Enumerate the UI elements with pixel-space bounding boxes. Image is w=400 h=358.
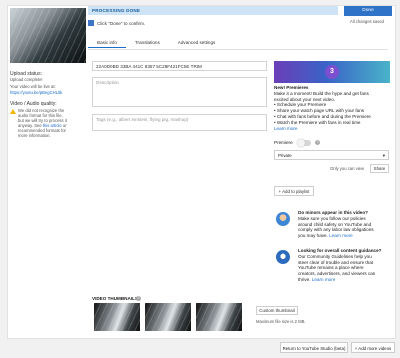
premiere-promo-banner: 3 [274, 61, 390, 83]
info-icon [88, 20, 94, 26]
done-hint: Click "Done" to confirm. [88, 20, 145, 26]
video-thumbnails-title: VIDEO THUMBNAILS [92, 296, 138, 301]
tab-translations[interactable]: Translations [126, 38, 169, 48]
title-input[interactable]: 22A0D0BD 33BA 441C 8357 5C28F421FC5E TRI… [92, 61, 267, 71]
help-icon[interactable]: ? [315, 140, 320, 145]
all-changes-saved: All changes saved [350, 19, 384, 24]
guidance-heading: Looking for overall content guidance? [298, 248, 382, 253]
guidance-info: Looking for overall content guidance? Ou… [298, 248, 392, 283]
return-to-studio-button[interactable]: Return to YouTube Studio (beta) [280, 342, 348, 353]
premiere-toggle-label: Premiere [274, 140, 293, 145]
guidance-learn-more-link[interactable]: Learn more [312, 277, 336, 282]
description-textarea[interactable]: Description [92, 77, 267, 107]
progress-label: PROCESSING DONE [92, 8, 141, 13]
max-size-note: Maximum file size is 2 MB. [256, 319, 306, 324]
chevron-down-icon: ▾ [382, 153, 385, 158]
add-to-playlist-button[interactable]: + Add to playlist [274, 186, 314, 196]
add-more-videos-button[interactable]: + Add more videos [351, 342, 395, 353]
upload-status-value: Upload complete! [10, 77, 43, 82]
custom-thumbnail-button[interactable]: Custom thumbnail [256, 306, 298, 315]
va-quality-title: Video / Audio quality: [10, 101, 57, 107]
only-you-text: Only you can view [330, 166, 364, 171]
thumbnail-option-3[interactable] [196, 303, 242, 331]
va-warning: We did not recognize the audio format fo… [18, 108, 67, 138]
tabs: Basic info Translations Advanced setting… [88, 38, 224, 48]
premiere-promo-number: 3 [325, 65, 339, 79]
thumbnail-option-2[interactable] [145, 303, 191, 331]
share-button[interactable]: Share [370, 164, 389, 173]
guidance-illustration-icon [276, 250, 290, 264]
premiere-toggle[interactable] [297, 139, 311, 147]
minors-illustration-icon [276, 212, 290, 226]
minors-learn-more-link[interactable]: Learn more [329, 233, 353, 238]
minors-info: Do minors appear in this video? Make sur… [298, 210, 392, 239]
video-live-text: Your video will be live at: [10, 84, 56, 89]
privacy-select[interactable]: Private ▾ [274, 150, 389, 160]
warning-icon [10, 109, 16, 114]
premiere-learn-more-link[interactable]: Learn more [274, 126, 392, 132]
processing-progress-bar: PROCESSING DONE [88, 6, 338, 15]
tags-input[interactable]: Tags (e.g., albert einstein, flying pig,… [92, 114, 267, 131]
tab-divider [88, 49, 388, 50]
thumbnail-option-1[interactable] [94, 303, 140, 331]
video-link[interactable]: https://youtu.be/pBegCHL5k [10, 90, 62, 95]
tab-advanced-settings[interactable]: Advanced settings [169, 38, 225, 48]
tab-basic-info[interactable]: Basic info [88, 38, 126, 48]
thumbnails-help-icon[interactable]: ? [136, 296, 141, 301]
premiere-info: New! Premieres Make it a moment! Build t… [274, 85, 392, 131]
done-button[interactable]: Done [344, 6, 392, 16]
video-preview [10, 8, 86, 63]
